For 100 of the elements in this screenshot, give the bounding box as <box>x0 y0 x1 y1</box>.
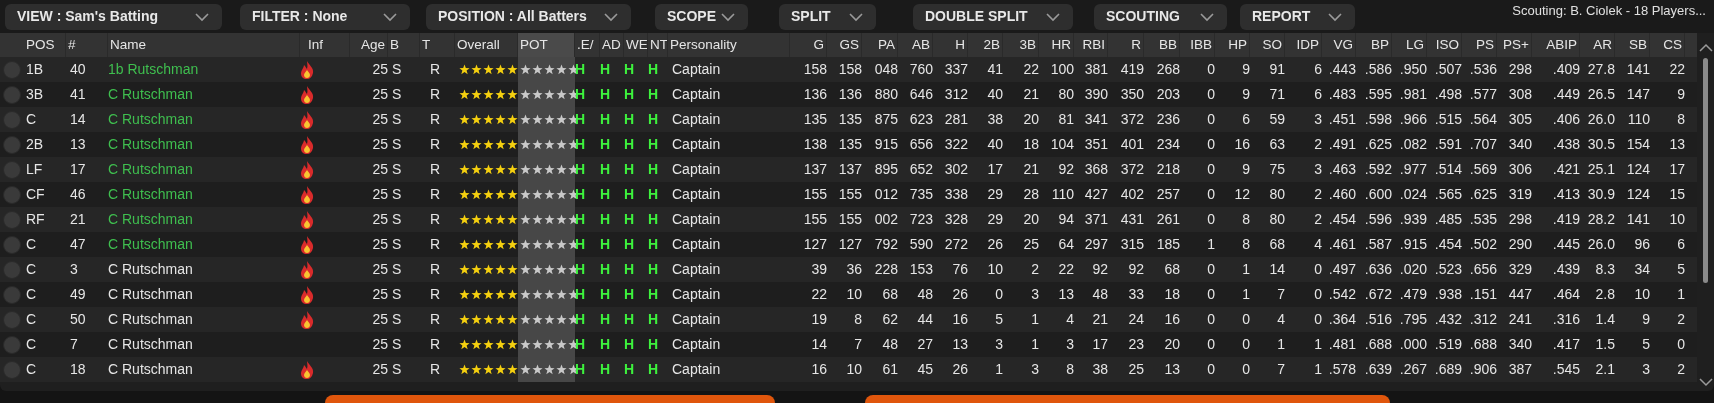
scrollbar-thumb[interactable] <box>1703 58 1708 283</box>
column-header[interactable]: R <box>1129 34 1143 56</box>
column-header[interactable]: GS <box>837 34 861 56</box>
scroll-down-icon[interactable] <box>1698 378 1713 387</box>
row-select-radio[interactable] <box>3 335 21 354</box>
column-header[interactable]: Name <box>108 34 148 56</box>
column-header[interactable]: Overall <box>455 34 502 56</box>
player-name-link[interactable]: C Rutschman <box>108 359 193 380</box>
table-cell-text: .564 <box>1469 110 1497 129</box>
table-cell-text: 312 <box>944 85 968 104</box>
column-header[interactable]: PS+ <box>1501 34 1531 56</box>
column-header[interactable]: SO <box>1260 34 1284 56</box>
table-cell-text: 25 <box>372 160 388 179</box>
player-name-link[interactable]: C Rutschman <box>108 84 193 105</box>
chevron-down-icon <box>1199 11 1215 22</box>
column-header[interactable]: 2B <box>981 34 1002 56</box>
player-name-link[interactable]: C Rutschman <box>108 284 193 305</box>
panel-tab[interactable] <box>325 395 775 403</box>
table-cell-text: H <box>648 260 659 279</box>
toolbar-dropdown[interactable]: REPORT <box>1240 3 1355 30</box>
table-cell-text: 147 <box>1626 85 1650 104</box>
player-name-link[interactable]: C Rutschman <box>108 184 193 205</box>
player-name-link[interactable]: 1b Rutschman <box>108 59 199 80</box>
column-header[interactable]: NT <box>648 34 667 56</box>
column-header[interactable]: BB <box>1157 34 1179 56</box>
table-cell-text: 2 <box>1031 260 1039 279</box>
column-header[interactable]: HR <box>1049 34 1073 56</box>
table-cell-text: R <box>429 160 441 179</box>
column-header[interactable]: LG <box>1404 34 1426 56</box>
column-header[interactable]: BP <box>1369 34 1391 56</box>
player-name-link[interactable]: C Rutschman <box>108 159 193 180</box>
column-header[interactable]: AR <box>1591 34 1614 56</box>
player-name-link[interactable]: C Rutschman <box>108 309 193 330</box>
table-cell-text: C <box>25 360 37 379</box>
player-name-link[interactable]: C Rutschman <box>108 134 193 155</box>
column-header[interactable]: Age <box>358 34 387 56</box>
table-cell-text: S <box>391 260 402 279</box>
panel-tab[interactable] <box>865 395 1390 403</box>
table-cell-text: 0 <box>1314 310 1322 329</box>
column-header[interactable]: B <box>388 34 401 56</box>
table-cell-text: 002 <box>874 210 898 229</box>
toolbar-dropdown[interactable]: FILTER : None <box>240 3 410 30</box>
column-header[interactable]: Inf <box>306 34 325 56</box>
chevron-down-icon <box>1045 11 1061 22</box>
column-header[interactable]: PS <box>1474 34 1496 56</box>
table-cell-text: 257 <box>1156 185 1180 204</box>
table-cell-text: Captain <box>671 210 721 229</box>
column-header[interactable]: POS <box>24 34 57 56</box>
column-header[interactable]: RBI <box>1080 34 1107 56</box>
table-cell-text: H <box>600 310 611 329</box>
player-name-link[interactable]: C Rutschman <box>108 109 193 130</box>
toolbar-dropdown[interactable]: DOUBLE SPLIT <box>913 3 1073 30</box>
column-header[interactable]: AD <box>600 34 623 56</box>
toolbar-dropdown[interactable]: SPLIT <box>779 3 876 30</box>
table-cell-text: 110 <box>1627 110 1650 129</box>
row-select-radio[interactable] <box>3 85 21 104</box>
star-icon <box>544 364 555 375</box>
player-name-link[interactable]: C Rutschman <box>108 209 193 230</box>
column-header[interactable]: ABIP <box>1544 34 1579 56</box>
row-select-radio[interactable] <box>3 185 21 204</box>
player-name-link[interactable]: C Rutschman <box>108 334 193 355</box>
player-name-link[interactable]: C Rutschman <box>108 234 193 255</box>
column-header[interactable]: HP <box>1226 34 1249 56</box>
table-cell-text: .409 <box>1552 60 1580 79</box>
column-header[interactable]: .E/ <box>575 34 596 56</box>
star-icon <box>495 364 506 375</box>
player-name-link[interactable]: C Rutschman <box>108 259 193 280</box>
column-header[interactable]: 3B <box>1017 34 1038 56</box>
column-header[interactable]: AB <box>910 34 932 56</box>
toolbar-dropdown[interactable]: VIEW : Sam's Batting <box>5 3 222 30</box>
row-select-radio[interactable] <box>3 285 21 304</box>
column-header[interactable]: T <box>420 34 433 56</box>
table-cell-text: Captain <box>671 85 721 104</box>
toolbar-dropdown[interactable]: SCOUTING <box>1094 3 1227 30</box>
column-header[interactable]: IBB <box>1188 34 1214 56</box>
star-icon <box>507 189 518 200</box>
column-header[interactable]: PA <box>876 34 897 56</box>
column-header[interactable]: CS <box>1661 34 1684 56</box>
toolbar-dropdown[interactable]: POSITION : All Batters <box>426 3 631 30</box>
column-header[interactable]: IDP <box>1294 34 1321 56</box>
star-icon <box>532 314 543 325</box>
table-cell-text: .672 <box>1364 285 1392 304</box>
table-cell-text: 402 <box>1120 185 1144 204</box>
star-icon <box>520 364 531 375</box>
column-header[interactable]: H <box>953 34 967 56</box>
column-header[interactable]: VG <box>1331 34 1355 56</box>
table-cell-text: C <box>25 235 37 254</box>
scroll-up-icon[interactable] <box>1698 43 1713 52</box>
row-select-radio[interactable] <box>3 235 21 254</box>
column-header[interactable]: ISO <box>1433 34 1461 56</box>
star-icon <box>483 339 494 350</box>
column-header[interactable]: WE <box>624 34 647 56</box>
column-header[interactable]: # <box>66 34 78 56</box>
column-header[interactable]: G <box>811 34 826 56</box>
table-cell-text: 40 <box>69 60 86 79</box>
row-select-radio[interactable] <box>3 135 21 154</box>
table-cell-text: 447 <box>1508 285 1532 304</box>
column-header[interactable]: Personality <box>668 34 739 56</box>
column-header[interactable]: SB <box>1627 34 1649 56</box>
toolbar-dropdown[interactable]: SCOPE <box>655 3 748 30</box>
